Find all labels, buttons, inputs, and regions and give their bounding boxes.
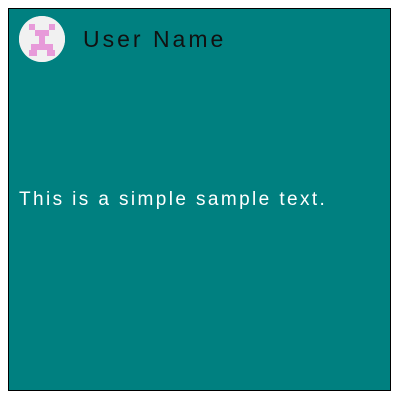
sample-text: This is a simple sample text. (19, 189, 328, 210)
identicon-avatar-icon (19, 16, 65, 62)
profile-header: User Name (19, 16, 226, 62)
user-name: User Name (83, 26, 227, 52)
profile-card: User Name This is a simple sample text. (8, 8, 391, 391)
